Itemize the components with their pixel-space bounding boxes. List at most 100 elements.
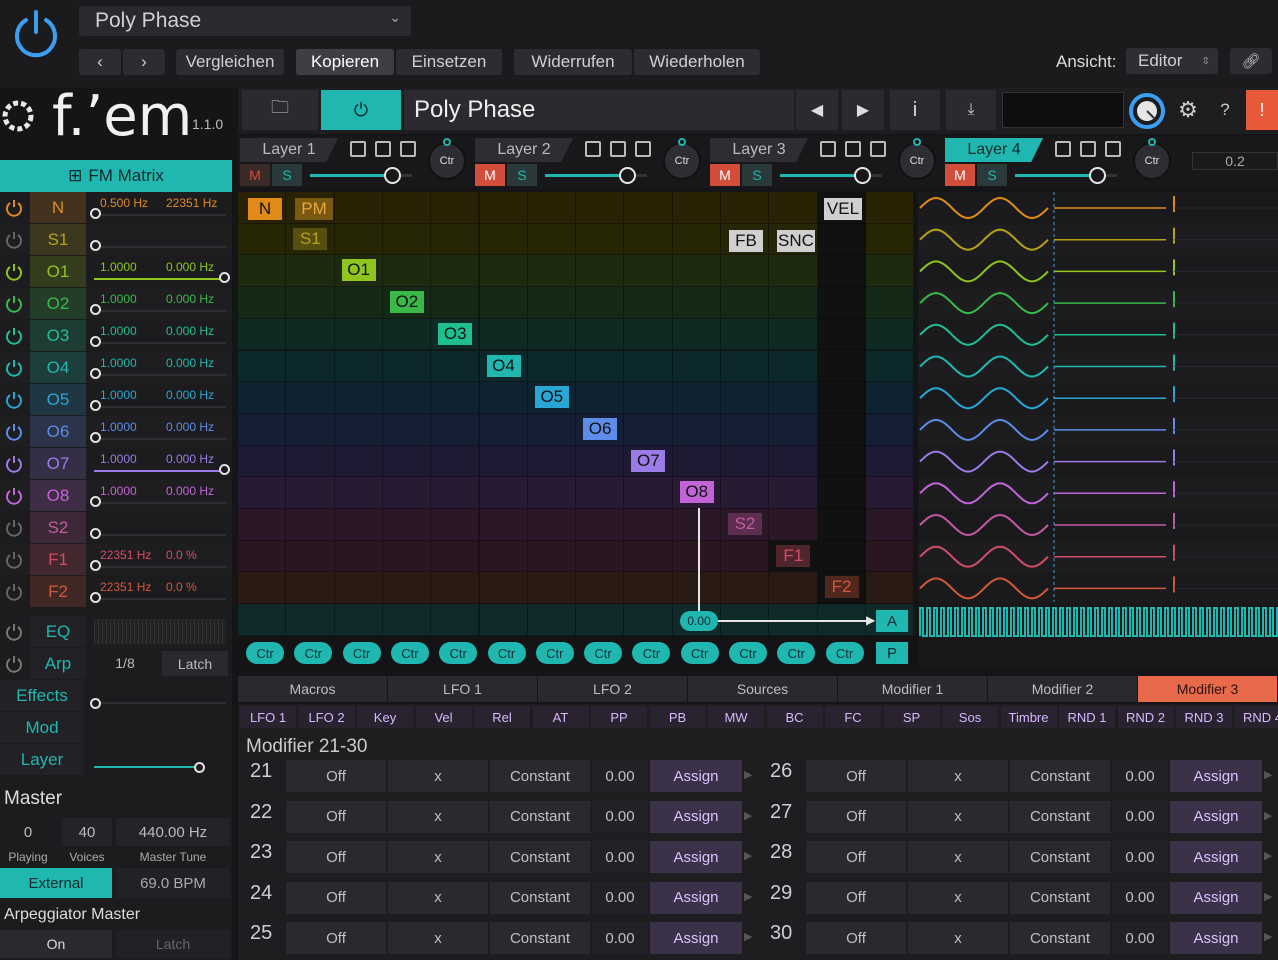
ctr-button[interactable]: Ctr: [390, 642, 429, 664]
sidebar-row-3[interactable]: O2 1.0000 0.000 Hz: [0, 288, 232, 319]
modifier-operator[interactable]: x: [388, 841, 488, 874]
assign-button[interactable]: Assign: [1170, 800, 1262, 833]
matrix-cell[interactable]: [479, 509, 528, 541]
output-p-button[interactable]: P: [876, 642, 908, 664]
modifier-source-a[interactable]: Off: [286, 881, 386, 914]
layer-tab-2[interactable]: Layer 2: [475, 138, 573, 162]
modifier-source-a[interactable]: Off: [806, 922, 906, 955]
tab-modifier-3[interactable]: Modifier 3: [1138, 676, 1278, 702]
sidebar-row-8[interactable]: O7 1.0000 0.000 Hz: [0, 448, 232, 479]
sidebar-label[interactable]: O8: [30, 480, 86, 511]
layer-ctr-knob[interactable]: Ctr: [1133, 142, 1171, 180]
play-arrow-icon[interactable]: ▶: [1264, 849, 1272, 862]
modifier-value[interactable]: 0.00: [592, 841, 648, 874]
sidebar-label[interactable]: S1: [30, 224, 86, 255]
prev-preset-button[interactable]: ‹: [79, 49, 121, 75]
matrix-cell[interactable]: [624, 192, 673, 224]
matrix-cell[interactable]: [238, 572, 287, 605]
matrix-cell[interactable]: [865, 192, 915, 224]
matrix-cell[interactable]: [238, 413, 287, 446]
arp-master-latch-button[interactable]: Latch: [116, 930, 230, 958]
tab-macros[interactable]: Macros: [238, 676, 388, 702]
ctr-button[interactable]: Ctr: [342, 642, 381, 664]
solo-button[interactable]: S: [507, 164, 537, 186]
tab-modifier-1[interactable]: Modifier 1: [838, 676, 988, 702]
source-sp[interactable]: SP: [883, 706, 940, 728]
matrix-cell[interactable]: [286, 382, 335, 414]
matrix-cell[interactable]: [672, 540, 721, 573]
matrix-cell[interactable]: [817, 287, 866, 319]
play-arrow-icon[interactable]: ▶: [744, 890, 752, 903]
modifier-operator[interactable]: x: [388, 800, 488, 833]
effects-row[interactable]: Effects: [0, 680, 232, 711]
help-button[interactable]: ?: [1210, 90, 1240, 130]
matrix-cell[interactable]: [672, 255, 721, 288]
layer-volume-slider[interactable]: [780, 174, 862, 177]
voices-value[interactable]: 40: [62, 818, 112, 846]
sidebar-label[interactable]: F1: [30, 544, 86, 575]
matrix-cell[interactable]: [624, 477, 673, 509]
modifier-source-b[interactable]: Constant: [490, 881, 590, 914]
matrix-cell[interactable]: [527, 223, 577, 256]
mod-row[interactable]: Mod: [0, 712, 232, 743]
arp-on-button[interactable]: On: [0, 930, 112, 958]
sidebar-slider[interactable]: [94, 374, 226, 376]
modifier-value[interactable]: 0.00: [592, 881, 648, 914]
play-arrow-icon[interactable]: ▶: [1264, 930, 1272, 943]
matrix-cell[interactable]: [238, 445, 287, 478]
layer-volume-handle[interactable]: [1089, 167, 1106, 184]
source-vel[interactable]: Vel: [415, 706, 472, 728]
matrix-cell[interactable]: [527, 572, 577, 605]
modifier-source-b[interactable]: Constant: [490, 841, 590, 874]
matrix-cell[interactable]: [238, 287, 287, 319]
sidebar-slider[interactable]: [94, 566, 226, 568]
modifier-source-a[interactable]: Off: [806, 760, 906, 792]
matrix-cell[interactable]: [334, 445, 383, 478]
matrix-cell[interactable]: [576, 318, 625, 351]
matrix-cell[interactable]: [479, 382, 528, 414]
matrix-cell[interactable]: [431, 540, 480, 573]
sidebar-slider[interactable]: [94, 470, 226, 472]
matrix-cell[interactable]: [334, 192, 383, 224]
matrix-cell[interactable]: [721, 572, 770, 605]
arp-row[interactable]: Arp 1/8 Latch: [0, 648, 232, 679]
modifier-value[interactable]: 0.00: [1112, 841, 1168, 874]
matrix-cell[interactable]: [527, 413, 577, 446]
bpm-value[interactable]: 69.0 BPM: [116, 868, 230, 898]
matrix-cell[interactable]: [817, 255, 866, 288]
external-sync-button[interactable]: External: [0, 868, 112, 898]
matrix-cell[interactable]: [672, 192, 721, 224]
matrix-cell[interactable]: [286, 540, 335, 573]
matrix-cell[interactable]: [817, 382, 866, 414]
matrix-cell[interactable]: [865, 287, 915, 319]
layer-ctr-knob[interactable]: Ctr: [663, 142, 701, 180]
layer-volume-handle[interactable]: [854, 167, 871, 184]
sidebar-label[interactable]: S2: [30, 512, 86, 543]
matrix-cell[interactable]: [576, 223, 625, 256]
matrix-cell[interactable]: [865, 255, 915, 288]
matrix-cell[interactable]: [238, 350, 287, 383]
play-arrow-icon[interactable]: ▶: [1264, 809, 1272, 822]
matrix-cell[interactable]: [624, 318, 673, 351]
matrix-cell[interactable]: [238, 540, 287, 573]
matrix-node-o2[interactable]: O2: [389, 291, 424, 314]
matrix-cell[interactable]: [527, 255, 577, 288]
tab-lfo-2[interactable]: LFO 2: [538, 676, 688, 702]
matrix-cell[interactable]: [865, 223, 915, 256]
matrix-cell[interactable]: [382, 572, 432, 605]
power-toggle-icon[interactable]: [0, 192, 28, 223]
matrix-cell[interactable]: [576, 509, 625, 541]
matrix-cell[interactable]: [238, 604, 287, 636]
matrix-cell[interactable]: [479, 287, 528, 319]
compare-button[interactable]: Vergleichen: [176, 49, 284, 75]
play-arrow-icon[interactable]: ▶: [744, 849, 752, 862]
source-rnd-1[interactable]: RND 1: [1059, 706, 1115, 728]
sidebar-slider-handle[interactable]: [90, 304, 101, 315]
matrix-cell[interactable]: [431, 287, 480, 319]
snc-tag[interactable]: SNC: [777, 230, 815, 252]
modifier-value[interactable]: 0.00: [592, 800, 648, 833]
preset-dropdown[interactable]: Poly Phase ⌄: [79, 6, 411, 36]
source-pp[interactable]: PP: [591, 706, 647, 728]
matrix-cell[interactable]: [817, 223, 866, 256]
matrix-cell[interactable]: [624, 540, 673, 573]
